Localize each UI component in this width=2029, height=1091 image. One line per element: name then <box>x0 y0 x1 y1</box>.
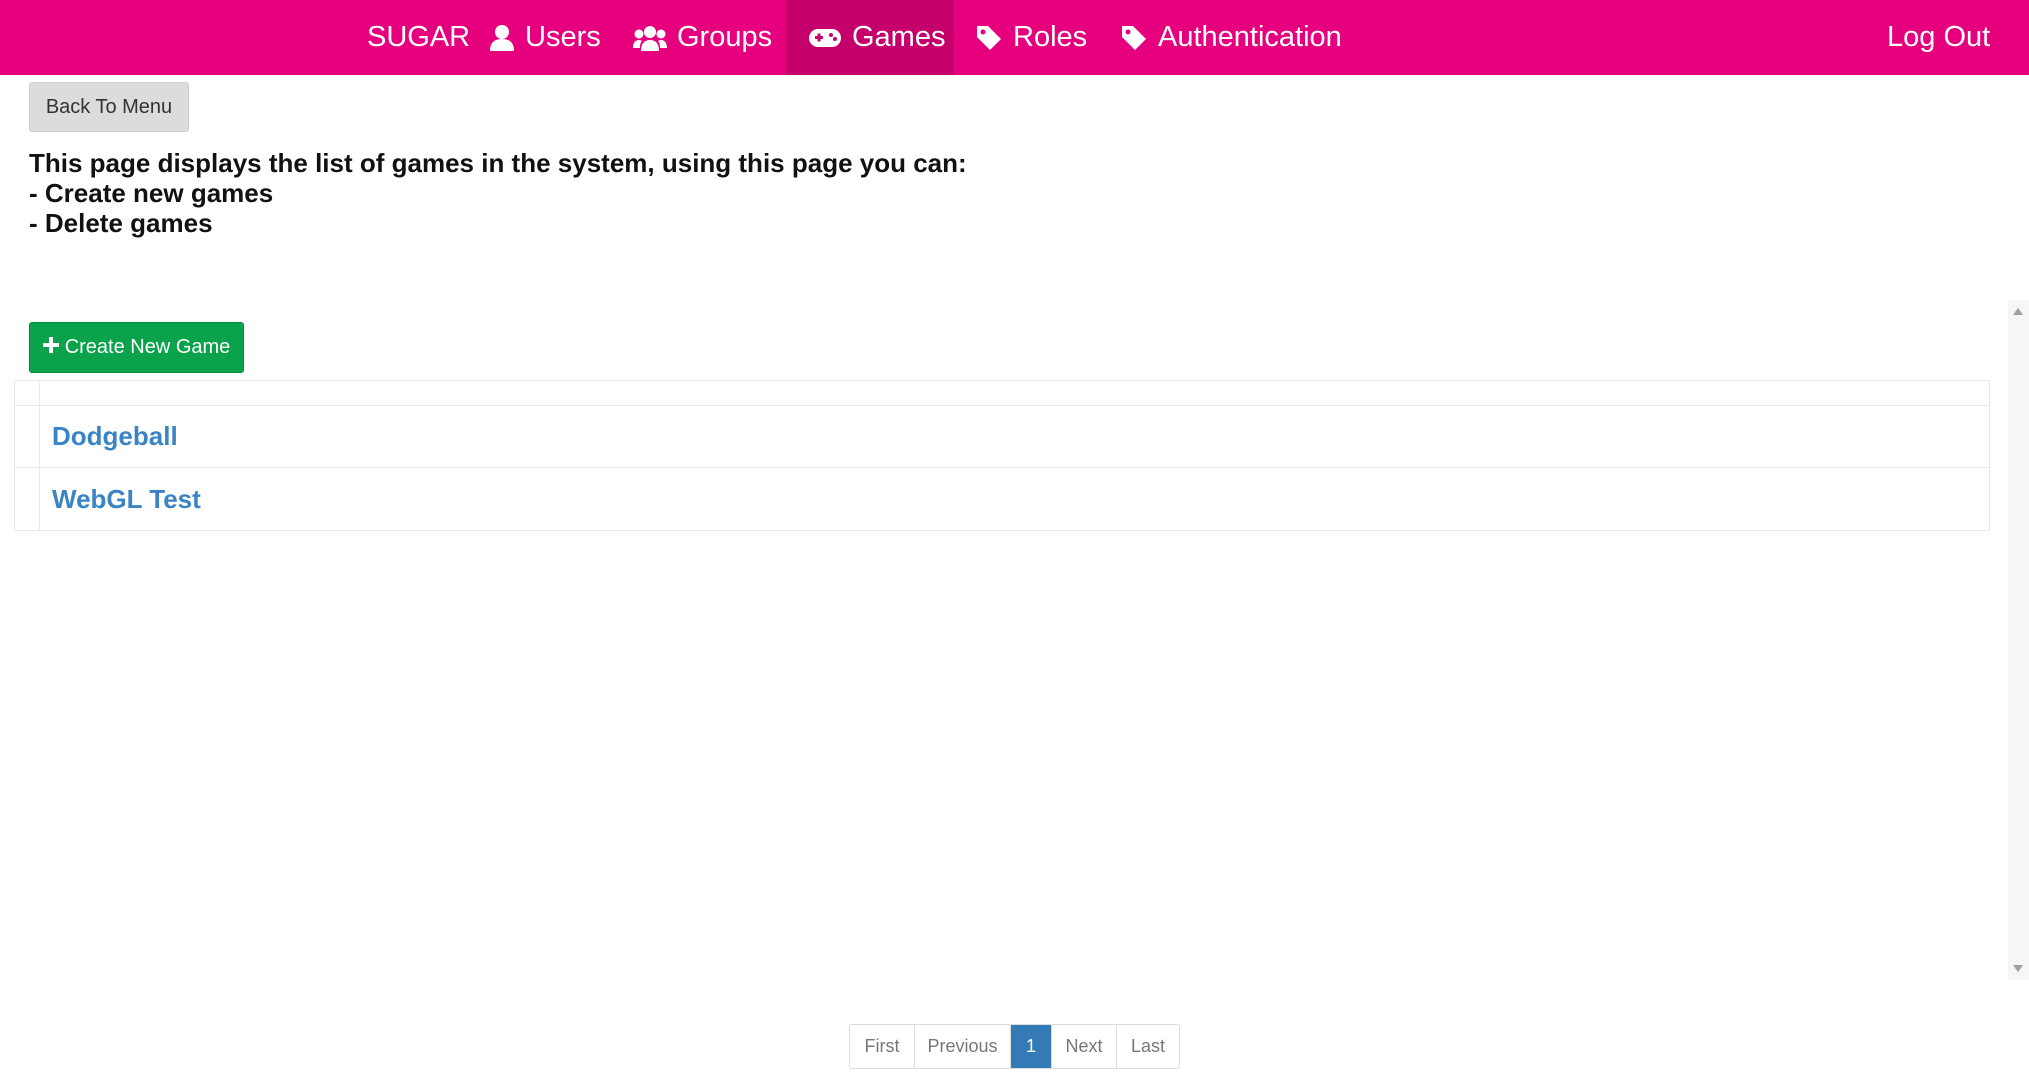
logout-label: Log Out <box>1887 21 1991 53</box>
game-link[interactable]: Dodgeball <box>40 406 178 467</box>
top-navbar: SUGAR Users Groups Games Roles Authentic… <box>0 0 2029 75</box>
nav-item-label: Authentication <box>1158 21 1342 53</box>
page-next-button[interactable]: Next <box>1052 1025 1117 1068</box>
user-icon <box>489 24 515 52</box>
row-select-cell[interactable] <box>15 468 40 530</box>
nav-item-roles[interactable]: Roles <box>953 0 1109 75</box>
tag-icon <box>1120 24 1148 52</box>
games-list-panel: Dodgeball WebGL Test <box>0 300 2029 980</box>
games-table: Dodgeball WebGL Test <box>14 380 1990 531</box>
nav-item-groups[interactable]: Groups <box>611 0 794 75</box>
brand-label: SUGAR <box>367 21 471 53</box>
vertical-scrollbar[interactable] <box>2008 300 2029 980</box>
nav-item-users[interactable]: Users <box>467 0 623 75</box>
logout-link[interactable]: Log Out <box>1865 0 2012 75</box>
tag-icon <box>975 24 1003 52</box>
table-header-cell <box>15 381 40 405</box>
create-new-game-button[interactable]: Create New Game <box>29 322 244 373</box>
scroll-up-icon[interactable] <box>2013 308 2023 315</box>
nav-item-label: Users <box>525 21 601 53</box>
pagination: First Previous 1 Next Last <box>849 1024 1180 1069</box>
table-row: Dodgeball <box>15 406 1989 468</box>
table-row: WebGL Test <box>15 468 1989 530</box>
description-line: - Delete games <box>29 208 213 238</box>
nav-item-label: Games <box>852 21 946 53</box>
scroll-down-icon[interactable] <box>2013 965 2023 972</box>
back-to-menu-button[interactable]: Back To Menu <box>29 82 189 132</box>
nav-item-label: Groups <box>677 21 773 53</box>
page-last-button[interactable]: Last <box>1117 1025 1179 1068</box>
description-line: - Create new games <box>29 178 274 208</box>
nav-item-authentication[interactable]: Authentication <box>1098 0 1364 75</box>
plus-icon <box>42 336 59 359</box>
page-previous-button[interactable]: Previous <box>915 1025 1011 1068</box>
gamepad-icon <box>808 26 842 50</box>
page-first-button[interactable]: First <box>850 1025 915 1068</box>
description-line: This page displays the list of games in … <box>29 148 967 178</box>
page-description: This page displays the list of games in … <box>29 148 1229 238</box>
create-button-label: Create New Game <box>64 336 231 358</box>
page-number-button[interactable]: 1 <box>1011 1025 1052 1068</box>
game-link[interactable]: WebGL Test <box>40 468 201 530</box>
nav-item-games[interactable]: Games <box>786 0 954 75</box>
users-icon <box>633 24 667 52</box>
nav-item-label: Roles <box>1013 21 1088 53</box>
row-select-cell[interactable] <box>15 406 40 467</box>
table-header <box>15 381 1989 406</box>
